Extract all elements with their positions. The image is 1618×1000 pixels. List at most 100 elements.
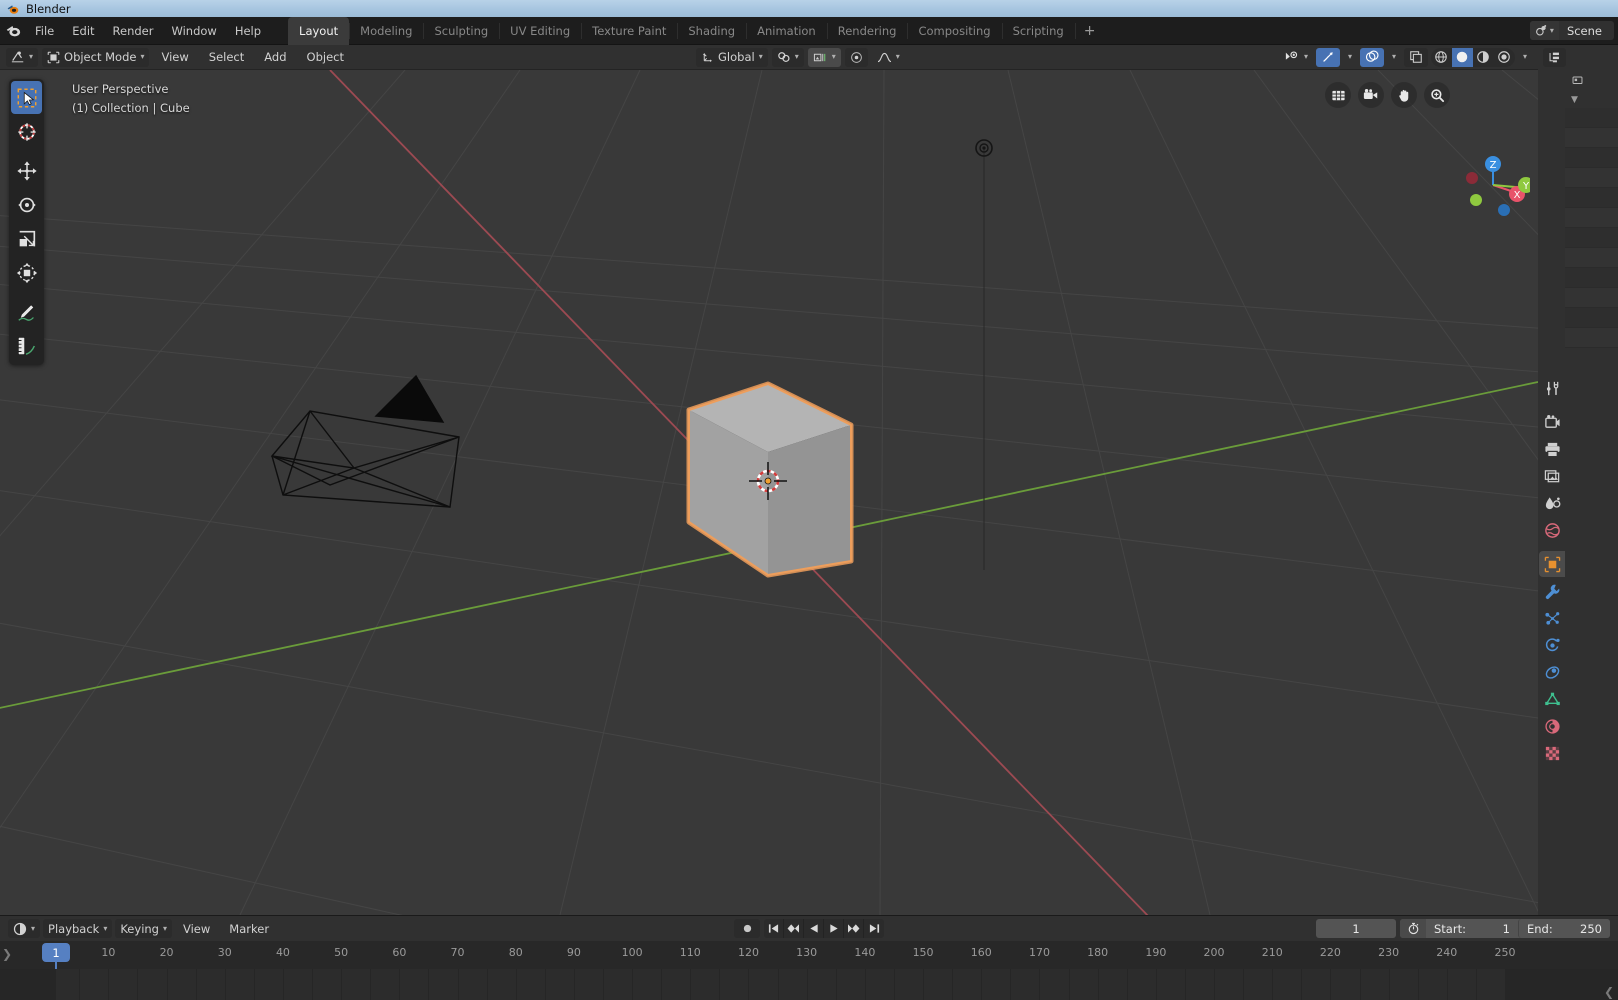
menu-help[interactable]: Help [226, 21, 270, 41]
tool-move[interactable] [11, 154, 42, 187]
proportional-falloff-dropdown[interactable]: ▾ [872, 48, 905, 67]
properties-tab-render[interactable] [1539, 409, 1565, 435]
properties-tab-view-layer[interactable] [1539, 463, 1565, 489]
snapping-dropdown[interactable]: ▾ [772, 48, 804, 67]
viewport-menu-add[interactable]: Add [256, 48, 294, 67]
properties-tab-scene[interactable] [1539, 490, 1565, 516]
workspace-tab-sculpting[interactable]: Sculpting [423, 17, 499, 45]
overlays-dropdown[interactable]: ▾ [1387, 48, 1401, 67]
tool-measure[interactable] [11, 329, 42, 362]
jump-to-start-button[interactable] [764, 919, 784, 938]
menu-window[interactable]: Window [162, 21, 225, 41]
gizmo-toggle-button[interactable] [1316, 48, 1340, 67]
outliner-row[interactable] [1565, 288, 1618, 308]
menu-render[interactable]: Render [104, 21, 163, 41]
timeline-ruler[interactable]: ❯ 10203040506070809010011012013014015016… [0, 941, 1618, 969]
outliner-expand-row[interactable]: ▼ [1565, 92, 1618, 108]
viewport-menu-view[interactable]: View [153, 48, 196, 67]
workspace-tab-scripting[interactable]: Scripting [1002, 17, 1075, 45]
mirror-options-button[interactable] [845, 48, 868, 67]
editor-type-timeline-icon[interactable]: ▾ [8, 919, 40, 938]
properties-tab-particles[interactable] [1539, 605, 1565, 631]
outliner-row[interactable] [1565, 308, 1618, 328]
outliner-row[interactable] [1565, 168, 1618, 188]
outliner-row[interactable] [1565, 228, 1618, 248]
jump-to-next-keyframe-button[interactable] [844, 919, 864, 938]
editor-type-3dview-icon[interactable]: ▾ [6, 48, 38, 67]
timeline-menu-playback[interactable]: Playback ▾ [43, 919, 112, 938]
tool-select-box[interactable] [11, 81, 42, 114]
transform-orientation-dropdown[interactable]: Global ▾ [696, 48, 768, 67]
tool-annotate[interactable] [11, 295, 42, 328]
timeline-menu-view[interactable]: View [175, 919, 218, 938]
viewport-menu-select[interactable]: Select [201, 48, 252, 67]
workspace-tab-modeling[interactable]: Modeling [349, 17, 423, 45]
object-types-visibility-icon[interactable]: ▾ [1279, 48, 1313, 67]
shading-wireframe-icon[interactable] [1431, 48, 1452, 67]
object-mode-dropdown[interactable]: Object Mode ▾ [42, 48, 149, 67]
properties-tab-physics[interactable] [1539, 632, 1565, 658]
gizmo-dropdown[interactable]: ▾ [1343, 48, 1357, 67]
outliner-row[interactable] [1565, 268, 1618, 288]
viewport-menu-object[interactable]: Object [299, 48, 352, 67]
overlays-toggle-button[interactable] [1360, 48, 1384, 67]
tool-scale[interactable] [11, 222, 42, 255]
workspace-tab-shading[interactable]: Shading [677, 17, 746, 45]
current-frame-field[interactable]: 1 [1316, 919, 1396, 938]
properties-tab-output[interactable] [1539, 436, 1565, 462]
shading-solid-icon[interactable] [1452, 48, 1473, 67]
outliner-row[interactable] [1565, 188, 1618, 208]
outliner-row[interactable] [1565, 328, 1618, 348]
scene-name-label[interactable]: Scene [1559, 24, 1614, 38]
play-reverse-button[interactable] [804, 919, 824, 938]
workspace-tab-animation[interactable]: Animation [746, 17, 827, 45]
xray-toggle-button[interactable] [1404, 48, 1428, 67]
timeline-menu-marker[interactable]: Marker [221, 919, 277, 938]
frame-start-field[interactable]: Start: 1 [1426, 919, 1518, 938]
tool-cursor[interactable] [11, 115, 42, 148]
shading-rendered-icon[interactable] [1494, 48, 1515, 67]
shading-dropdown[interactable]: ▾ [1518, 48, 1532, 67]
proportional-editing-dropdown[interactable]: ▾ [808, 48, 841, 67]
properties-tab-material[interactable] [1539, 713, 1565, 739]
menu-file[interactable]: File [26, 21, 63, 41]
properties-tab-object-data[interactable] [1539, 686, 1565, 712]
3d-viewport[interactable]: User Perspective (1) Collection | Cube [0, 70, 1538, 915]
workspace-tab-layout[interactable]: Layout [288, 17, 349, 45]
zoom-view-icon[interactable] [1424, 82, 1450, 108]
timeline-menu-keying[interactable]: Keying ▾ [115, 919, 172, 938]
outliner-row[interactable] [1565, 128, 1618, 148]
outliner-filter-row[interactable] [1565, 70, 1618, 92]
camera-view-icon[interactable] [1358, 82, 1384, 108]
playhead-frame-indicator[interactable]: 1 [42, 943, 70, 962]
auto-keying-button[interactable] [734, 919, 760, 938]
timeline-scroll-right-icon[interactable]: ❮ [1604, 985, 1614, 999]
outliner-row[interactable] [1565, 208, 1618, 228]
play-button[interactable] [824, 919, 844, 938]
tool-rotate[interactable] [11, 188, 42, 221]
toggle-orthographic-icon[interactable] [1325, 82, 1351, 108]
properties-tab-object-constraints[interactable] [1539, 659, 1565, 685]
jump-to-prev-keyframe-button[interactable] [784, 919, 804, 938]
menu-edit[interactable]: Edit [63, 21, 103, 41]
workspace-tab-compositing[interactable]: Compositing [907, 17, 1001, 45]
add-workspace-button[interactable]: + [1075, 17, 1105, 45]
outliner-row[interactable] [1565, 108, 1618, 128]
blender-menu-logo-icon[interactable] [0, 23, 26, 38]
properties-tab-world[interactable] [1539, 517, 1565, 543]
scene-selector[interactable]: ▾ Scene [1530, 21, 1614, 40]
tool-transform[interactable] [11, 256, 42, 289]
jump-to-end-button[interactable] [864, 919, 884, 938]
workspace-tab-rendering[interactable]: Rendering [827, 17, 908, 45]
scene-data-icon[interactable]: ▾ [1530, 21, 1559, 40]
timeline-channel-area[interactable]: ❮ [0, 969, 1618, 1000]
pan-view-icon[interactable] [1391, 82, 1417, 108]
outliner-row[interactable] [1565, 248, 1618, 268]
shading-material-preview-icon[interactable] [1473, 48, 1494, 67]
editor-type-outliner-icon[interactable] [1543, 48, 1566, 67]
properties-tab-tool[interactable] [1539, 375, 1565, 401]
properties-tab-modifiers[interactable] [1539, 578, 1565, 604]
outliner-row[interactable] [1565, 148, 1618, 168]
properties-tab-texture[interactable] [1539, 740, 1565, 766]
view-axis-gizmo[interactable]: Z X Y [1456, 148, 1530, 222]
